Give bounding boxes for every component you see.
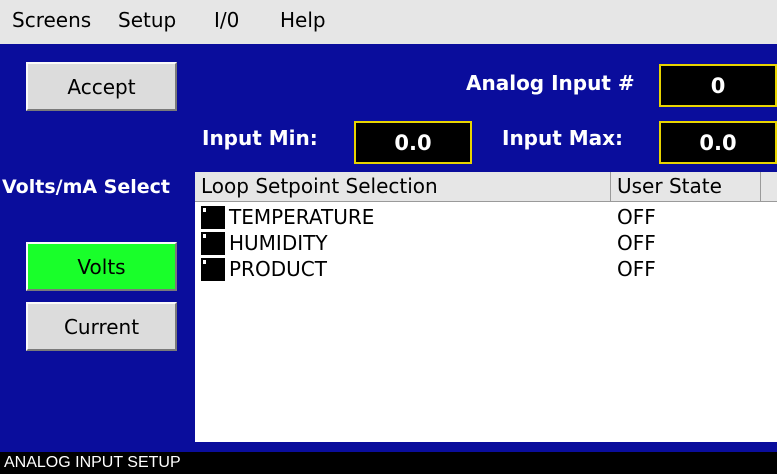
analog-input-label: Analog Input # [466, 71, 635, 95]
table-header: Loop Setpoint Selection User State [195, 172, 777, 202]
table-row[interactable]: TEMPERATURE OFF [195, 204, 777, 230]
volts-button[interactable]: Volts [26, 242, 177, 291]
volts-ma-select-label: Volts/mA Select [2, 176, 170, 198]
row-name: TEMPERATURE [229, 205, 375, 229]
input-min-field[interactable]: 0.0 [354, 121, 472, 164]
accept-button[interactable]: Accept [26, 62, 177, 111]
analog-input-field[interactable]: 0 [659, 64, 777, 107]
row-state: OFF [617, 231, 656, 255]
row-checkbox[interactable] [201, 258, 225, 281]
loop-setpoint-table: Loop Setpoint Selection User State TEMPE… [195, 172, 777, 442]
menu-bar: Screens Setup I/0 Help [0, 0, 777, 44]
status-bar: ANALOG INPUT SETUP [0, 452, 777, 474]
status-text: ANALOG INPUT SETUP [4, 454, 181, 471]
current-button[interactable]: Current [26, 302, 177, 351]
row-checkbox[interactable] [201, 232, 225, 255]
menu-io[interactable]: I/0 [214, 8, 239, 32]
row-state: OFF [617, 257, 656, 281]
input-max-field[interactable]: 0.0 [659, 121, 777, 164]
row-name: PRODUCT [229, 257, 327, 281]
menu-setup[interactable]: Setup [118, 8, 176, 32]
input-max-label: Input Max: [502, 126, 624, 150]
menu-help[interactable]: Help [280, 8, 326, 32]
row-state: OFF [617, 205, 656, 229]
input-min-label: Input Min: [202, 126, 318, 150]
row-checkbox[interactable] [201, 206, 225, 229]
row-name: HUMIDITY [229, 231, 328, 255]
table-row[interactable]: PRODUCT OFF [195, 256, 777, 282]
table-row[interactable]: HUMIDITY OFF [195, 230, 777, 256]
column-header-user-state[interactable]: User State [611, 172, 761, 201]
menu-screens[interactable]: Screens [12, 8, 91, 32]
column-header-loop-setpoint[interactable]: Loop Setpoint Selection [195, 172, 611, 201]
